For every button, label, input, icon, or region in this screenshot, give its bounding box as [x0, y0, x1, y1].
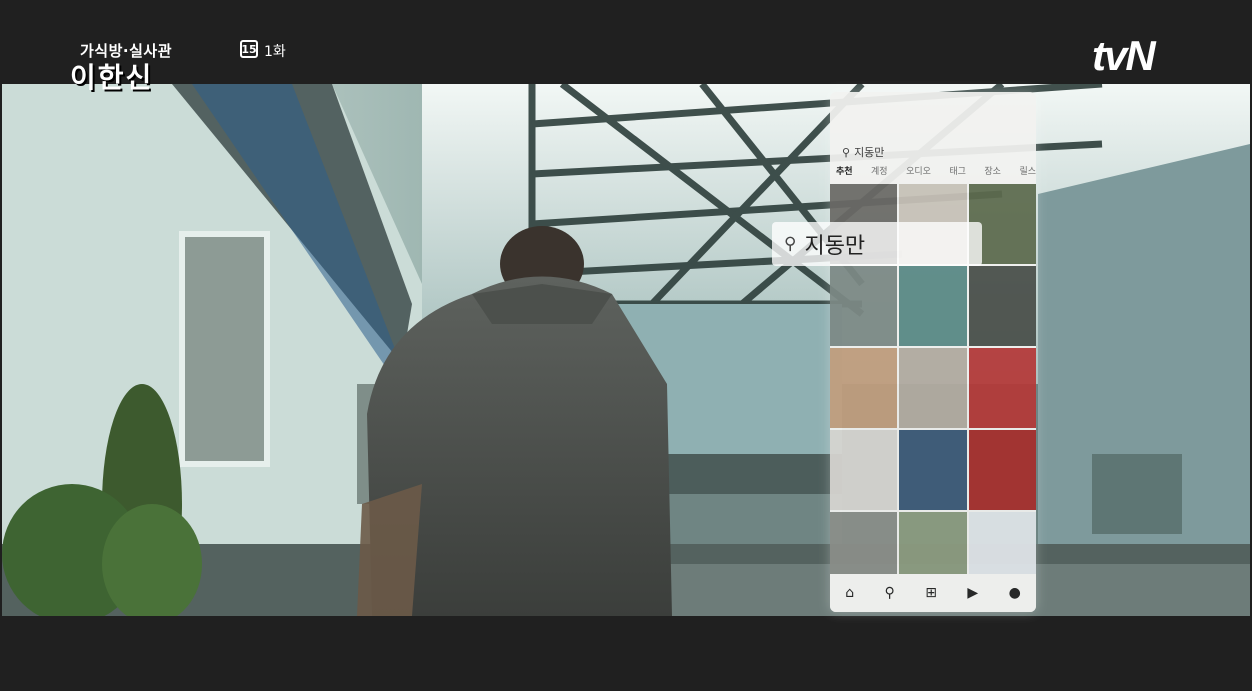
floating-search-box: ⚲ 지동만 — [772, 222, 982, 266]
tab-recommended[interactable]: 추천 — [836, 164, 853, 182]
grid-photo[interactable] — [899, 266, 967, 346]
floating-search-query: 지동만 — [804, 234, 866, 259]
rating-badge: 15 — [240, 40, 258, 58]
search-icon[interactable]: ⚲ — [885, 585, 895, 601]
grid-photo[interactable] — [899, 348, 967, 428]
reels-icon[interactable]: ▶ — [967, 585, 978, 601]
phone-screen: ⚲ 지동만 추천 계정 오디오 태그 장소 릴스 ⌂ ⚲ ⊞ ▶ ● — [830, 92, 1036, 612]
grid-photo[interactable] — [968, 266, 1036, 346]
grid-photo[interactable] — [830, 266, 898, 346]
video-frame: 가식방·실사관 이한신 15 1화 tvN ⚲ 지동만 추천 계정 오디오 태그… — [0, 0, 1252, 691]
tab-places[interactable]: 장소 — [984, 164, 1001, 182]
tab-accounts[interactable]: 계정 — [871, 164, 888, 182]
network-logo: tvN — [1092, 32, 1156, 79]
add-icon[interactable]: ⊞ — [925, 585, 937, 601]
search-icon: ⚲ — [842, 145, 851, 159]
grid-photo[interactable] — [830, 348, 898, 428]
scene-image — [2, 84, 1250, 616]
letterbox-bottom — [0, 616, 1252, 691]
letterbox-top — [0, 0, 1252, 84]
search-icon: ⚲ — [784, 234, 797, 254]
grid-photo[interactable] — [899, 430, 967, 510]
tab-tags[interactable]: 태그 — [949, 164, 966, 182]
show-title: 이한신 — [70, 61, 154, 94]
grid-photo[interactable] — [968, 348, 1036, 428]
tab-reels[interactable]: 릴스 — [1019, 164, 1036, 182]
phone-search-bar[interactable]: ⚲ 지동만 — [842, 142, 1026, 162]
grid-photo[interactable] — [968, 430, 1036, 510]
scene-illustration — [2, 84, 1250, 616]
grid-photo[interactable] — [830, 430, 898, 510]
tab-audio[interactable]: 오디오 — [906, 164, 931, 182]
profile-icon[interactable]: ● — [1009, 585, 1021, 601]
home-icon[interactable]: ⌂ — [845, 585, 854, 601]
phone-bottom-nav: ⌂ ⚲ ⊞ ▶ ● — [830, 574, 1036, 612]
phone-search-query: 지동만 — [854, 146, 885, 159]
phone-tabs: 추천 계정 오디오 태그 장소 릴스 — [836, 164, 1036, 182]
episode-label: 1화 — [264, 44, 286, 60]
